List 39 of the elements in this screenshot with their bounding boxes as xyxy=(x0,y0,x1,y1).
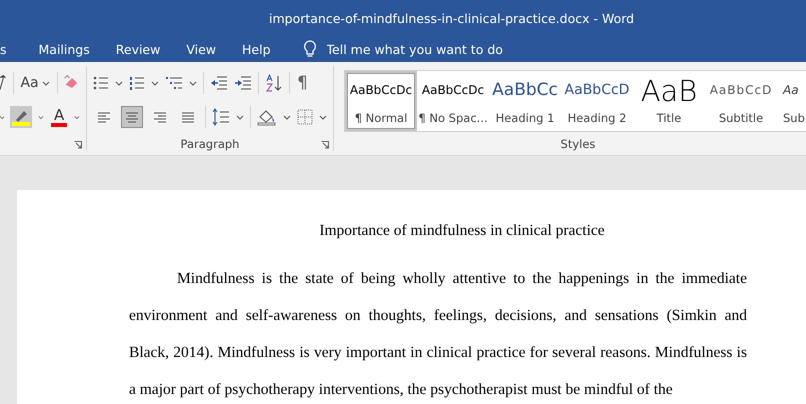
group-label: Styles xyxy=(560,137,596,151)
dialog-launcher-icon xyxy=(74,141,82,149)
style-item[interactable]: AaBbCcDc ¶ Normal xyxy=(345,71,417,131)
ribbon-tab[interactable]: View xyxy=(186,42,216,56)
style-item[interactable]: AaBbCcD Subtitle xyxy=(705,71,777,131)
line-spacing-icon xyxy=(212,108,230,126)
document-title: Importance of mindfulness in clinical practice xyxy=(318,222,606,240)
window-title: importance-of-mindfulness-in-clinical-practice.docx - Word xyxy=(269,10,634,26)
show-formatting-marks-button[interactable]: ¶ xyxy=(296,72,309,94)
alignment-icon xyxy=(96,110,112,124)
style-item[interactable]: AaBbCcD Heading 2 xyxy=(561,71,633,131)
ribbon-tab[interactable]: Mailings xyxy=(38,42,90,56)
ribbon-tab[interactable]: Help xyxy=(242,42,271,56)
style-item[interactable]: AaBbCc Heading 1 xyxy=(489,71,561,131)
dialog-launcher-icon xyxy=(321,141,329,149)
style-item[interactable]: AaB Title xyxy=(633,71,705,131)
borders-icon xyxy=(297,109,313,125)
sort-icon xyxy=(265,74,283,92)
font-color-button[interactable]: A xyxy=(50,106,68,128)
highlight-color-button[interactable] xyxy=(10,106,32,128)
numbered-list-icon xyxy=(129,75,145,91)
tell-me-field[interactable]: Tell me what you want to do xyxy=(302,40,529,58)
style-item[interactable]: Aa Sub xyxy=(777,71,806,131)
change-case-button[interactable]: Aa xyxy=(19,74,51,92)
ribbon-tab[interactable]: Review xyxy=(116,42,160,56)
shading-icon xyxy=(257,108,277,126)
lightbulb-icon xyxy=(302,40,317,58)
increase-indent-icon xyxy=(234,75,252,91)
alignment-icon xyxy=(152,110,168,124)
bullet-list-icon xyxy=(93,75,109,91)
alignment-icon xyxy=(124,110,140,124)
align-button[interactable] xyxy=(121,106,143,128)
alignment-icon xyxy=(180,110,196,124)
decrease-indent-icon xyxy=(210,75,228,91)
group-label: Paragraph xyxy=(180,137,240,151)
multilevel-list-icon xyxy=(165,75,183,91)
style-item[interactable]: AaBbCcDc ¶ No Spac... xyxy=(417,71,489,131)
body-paragraph: Mindfulness is the state of being wholly attentive to the happenings in the immediate environment and self-awareness on thoughts, feelings, decisions, and sensations (Simkin and Black, 2014). Mindfulness is very important in clinical practice for several reasons. Mindfulness is a major part of psychotherapy interventions, the psychotherapist must be mindful of the xyxy=(129,269,747,400)
ribbon-tab[interactable]: s xyxy=(0,42,7,56)
